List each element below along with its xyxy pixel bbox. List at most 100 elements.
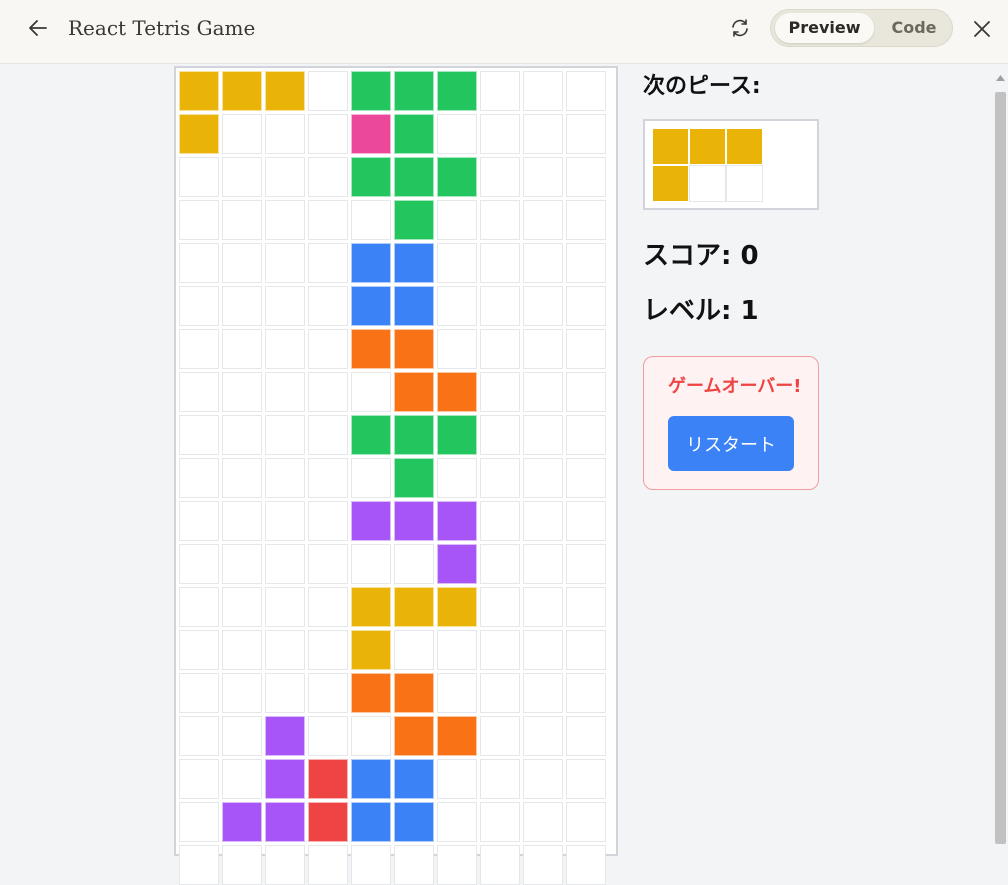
board-cell-empty bbox=[437, 673, 477, 713]
board-cell-empty bbox=[437, 114, 477, 154]
board-cell-empty bbox=[566, 458, 606, 498]
board-cell-empty bbox=[523, 71, 563, 111]
board-cell-filled bbox=[437, 157, 477, 197]
board-cell-filled bbox=[351, 802, 391, 842]
board-cell-filled bbox=[394, 71, 434, 111]
board-cell-empty bbox=[265, 286, 305, 326]
score-display: スコア: 0 bbox=[643, 241, 759, 271]
board-cell-empty bbox=[222, 845, 262, 885]
board-cell-filled bbox=[265, 71, 305, 111]
board-cell-filled bbox=[394, 458, 434, 498]
board-cell-filled bbox=[351, 329, 391, 369]
board-cell-empty bbox=[437, 329, 477, 369]
board-cell-empty bbox=[222, 200, 262, 240]
board-cell-empty bbox=[265, 501, 305, 541]
board-cell-filled bbox=[351, 71, 391, 111]
board-cell-filled bbox=[394, 802, 434, 842]
board-cell-empty bbox=[265, 329, 305, 369]
board-cell-empty bbox=[222, 243, 262, 283]
board-cell-empty bbox=[179, 544, 219, 584]
board-cell-filled bbox=[222, 71, 262, 111]
board-cell-empty bbox=[265, 243, 305, 283]
board-cell-empty bbox=[437, 243, 477, 283]
board-cell-empty bbox=[222, 759, 262, 799]
board-cell-empty bbox=[480, 501, 520, 541]
back-button[interactable] bbox=[24, 14, 52, 42]
board-cell-empty bbox=[437, 759, 477, 799]
board-cell-empty bbox=[566, 673, 606, 713]
board-cell-filled bbox=[351, 759, 391, 799]
board-cell-empty bbox=[308, 673, 348, 713]
tab-preview[interactable]: Preview bbox=[775, 13, 874, 43]
board-cell-empty bbox=[222, 716, 262, 756]
board-cell-empty bbox=[566, 587, 606, 627]
restart-button[interactable]: リスタート bbox=[668, 416, 794, 471]
board-cell-empty bbox=[480, 544, 520, 584]
scroll-up-arrow[interactable] bbox=[993, 70, 1008, 86]
board-cell-empty bbox=[308, 329, 348, 369]
board-cell-empty bbox=[308, 71, 348, 111]
board-cell-empty bbox=[566, 243, 606, 283]
board-cell-empty bbox=[523, 544, 563, 584]
next-cell-empty bbox=[726, 165, 763, 202]
board-cell-empty bbox=[308, 157, 348, 197]
board-cell-empty bbox=[179, 501, 219, 541]
board-cell-empty bbox=[480, 759, 520, 799]
board-cell-filled bbox=[308, 802, 348, 842]
board-cell-empty bbox=[351, 458, 391, 498]
board-cell-empty bbox=[480, 630, 520, 670]
board-cell-empty bbox=[179, 716, 219, 756]
board-cell-empty bbox=[351, 372, 391, 412]
board-cell-filled bbox=[351, 286, 391, 326]
board-cell-empty bbox=[179, 458, 219, 498]
board-cell-empty bbox=[265, 157, 305, 197]
board-cell-empty bbox=[265, 630, 305, 670]
board-cell-empty bbox=[480, 802, 520, 842]
board-cell-empty bbox=[265, 114, 305, 154]
board-cell-empty bbox=[523, 716, 563, 756]
board-cell-empty bbox=[179, 243, 219, 283]
level-display: レベル: 1 bbox=[643, 296, 759, 326]
board-cell-empty bbox=[523, 114, 563, 154]
board-cell-filled bbox=[351, 157, 391, 197]
scrollbar[interactable] bbox=[993, 66, 1008, 844]
board-cell-empty bbox=[480, 243, 520, 283]
board-cell-empty bbox=[480, 329, 520, 369]
board-cell-filled bbox=[437, 544, 477, 584]
board-cell-empty bbox=[566, 501, 606, 541]
board-cell-empty bbox=[523, 157, 563, 197]
board-cell-empty bbox=[523, 458, 563, 498]
board-cell-empty bbox=[179, 157, 219, 197]
board-cell-empty bbox=[523, 587, 563, 627]
close-button[interactable] bbox=[968, 15, 996, 43]
scroll-thumb[interactable] bbox=[995, 92, 1006, 844]
board-cell-filled bbox=[394, 200, 434, 240]
board-cell-empty bbox=[179, 329, 219, 369]
board-cell-empty bbox=[179, 372, 219, 412]
board-cell-filled bbox=[394, 286, 434, 326]
board-cell-empty bbox=[523, 329, 563, 369]
board-cell-empty bbox=[308, 243, 348, 283]
next-cell-filled bbox=[689, 128, 726, 165]
board-cell-empty bbox=[480, 458, 520, 498]
board-cell-empty bbox=[179, 630, 219, 670]
view-toggle: Preview Code bbox=[770, 9, 953, 47]
board-cell-empty bbox=[523, 501, 563, 541]
board-cell-empty bbox=[308, 200, 348, 240]
board-cell-empty bbox=[480, 415, 520, 455]
board-cell-empty bbox=[265, 673, 305, 713]
board-cell-empty bbox=[222, 544, 262, 584]
game-over-panel: ゲームオーバー! リスタート bbox=[643, 356, 819, 490]
board-cell-filled bbox=[394, 243, 434, 283]
board-cell-empty bbox=[566, 802, 606, 842]
board-cell-empty bbox=[308, 286, 348, 326]
arrow-left-icon bbox=[29, 20, 47, 36]
board-cell-filled bbox=[394, 372, 434, 412]
board-cell-filled bbox=[394, 759, 434, 799]
tab-code[interactable]: Code bbox=[879, 13, 949, 43]
board-cell-empty bbox=[523, 673, 563, 713]
board-cell-empty bbox=[480, 200, 520, 240]
board-cell-filled bbox=[394, 587, 434, 627]
refresh-button[interactable] bbox=[727, 15, 753, 41]
next-cell-filled bbox=[726, 128, 763, 165]
